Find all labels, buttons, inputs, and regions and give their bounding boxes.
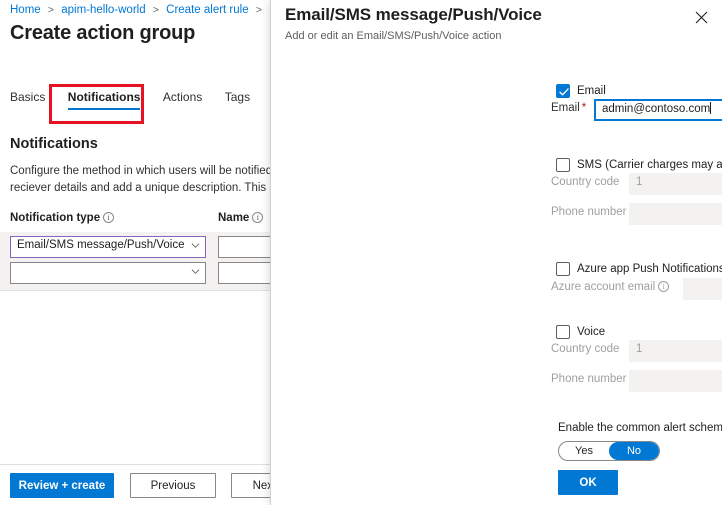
voice-country-code-label: Country code bbox=[551, 343, 619, 355]
notification-name-input-row-1[interactable] bbox=[218, 236, 275, 258]
sms-checkbox[interactable] bbox=[556, 158, 570, 172]
blade-footer: Review + create Previous Next: Ac bbox=[0, 464, 275, 505]
ok-button[interactable]: OK bbox=[558, 470, 618, 495]
voice-phone-number-input bbox=[629, 370, 722, 392]
toggle-option-no[interactable]: No bbox=[609, 442, 659, 460]
email-checkbox-label: Email bbox=[577, 85, 606, 97]
voice-checkbox[interactable] bbox=[556, 325, 570, 339]
section-description-line-1: Configure the method in which users will… bbox=[10, 163, 275, 180]
column-header-notification-type: Notification typei bbox=[10, 212, 114, 224]
sms-phone-number-label: Phone number bbox=[551, 206, 626, 218]
push-notifications-checkbox-label: Azure app Push Notifications bbox=[577, 263, 722, 275]
info-icon[interactable]: i bbox=[103, 212, 114, 223]
common-alert-schema-row: Enable the common alert schema.Learn mor… bbox=[558, 422, 722, 434]
sms-checkbox-label: SMS (Carrier charges may apply) bbox=[577, 159, 722, 171]
wizard-tabs: Basics Notifications Actions Tags Revie bbox=[0, 88, 275, 118]
breadcrumb-item-create-alert-rule[interactable]: Create alert rule bbox=[166, 4, 248, 16]
azure-account-email-input bbox=[683, 278, 722, 300]
tab-notifications[interactable]: Notifications bbox=[68, 88, 141, 110]
common-alert-schema-toggle[interactable]: Yes No bbox=[558, 441, 660, 461]
email-sms-push-voice-pane: Email/SMS message/Push/Voice Add or edit… bbox=[270, 0, 722, 505]
info-icon[interactable]: i bbox=[252, 212, 263, 223]
notification-type-select-row-1[interactable]: Email/SMS message/Push/Voice bbox=[10, 236, 206, 258]
close-icon[interactable] bbox=[690, 6, 712, 28]
breadcrumb-separator: > bbox=[153, 4, 159, 16]
column-header-name-label: Name bbox=[218, 212, 249, 224]
column-header-name: Namei bbox=[218, 212, 263, 224]
breadcrumb-item-home[interactable]: Home bbox=[10, 4, 41, 16]
section-description: Configure the method in which users will… bbox=[10, 163, 275, 197]
close-icon-glyph bbox=[695, 11, 708, 24]
breadcrumb-item-resource[interactable]: apim-hello-world bbox=[61, 4, 145, 16]
chevron-down-icon bbox=[191, 267, 200, 276]
breadcrumb-separator: > bbox=[256, 4, 262, 16]
pane-title: Email/SMS message/Push/Voice bbox=[285, 5, 542, 25]
voice-phone-number-label: Phone number bbox=[551, 373, 626, 385]
next-button[interactable]: Next: Ac bbox=[231, 473, 275, 498]
tab-tags[interactable]: Tags bbox=[225, 88, 250, 110]
section-description-line-2: reciever details and add a unique descri… bbox=[10, 180, 275, 197]
voice-country-code-value: 1 bbox=[636, 343, 642, 355]
tab-actions[interactable]: Actions bbox=[163, 88, 202, 110]
tab-basics[interactable]: Basics bbox=[10, 88, 45, 110]
push-notifications-checkbox[interactable] bbox=[556, 262, 570, 276]
grid-divider bbox=[0, 290, 275, 291]
toggle-option-yes[interactable]: Yes bbox=[559, 442, 609, 460]
text-caret bbox=[710, 102, 711, 114]
required-marker: * bbox=[582, 102, 586, 114]
previous-button[interactable]: Previous bbox=[130, 473, 216, 498]
notification-type-select-row-1-value: Email/SMS message/Push/Voice bbox=[17, 239, 184, 251]
sms-country-code-label: Country code bbox=[551, 176, 619, 188]
page-title: Create action group bbox=[10, 22, 195, 45]
sms-country-code-value: 1 bbox=[636, 176, 642, 188]
screenshot-root: Home > apim-hello-world > Create alert r… bbox=[0, 0, 722, 505]
column-header-notification-type-label: Notification type bbox=[10, 212, 100, 224]
create-action-group-blade: Home > apim-hello-world > Create alert r… bbox=[0, 0, 275, 505]
email-input[interactable]: admin@contoso.com bbox=[594, 99, 722, 121]
azure-account-email-label-text: Azure account email bbox=[551, 281, 655, 293]
sms-phone-number-input bbox=[629, 203, 722, 225]
email-checkbox[interactable] bbox=[556, 84, 570, 98]
pane-subtitle: Add or edit an Email/SMS/Push/Voice acti… bbox=[285, 30, 501, 42]
email-input-value: admin@contoso.com bbox=[602, 103, 710, 115]
review-create-button[interactable]: Review + create bbox=[10, 473, 114, 498]
email-field-label: Email* bbox=[551, 102, 586, 114]
notification-name-input-row-2[interactable] bbox=[218, 262, 275, 284]
checkmark-icon bbox=[558, 86, 570, 98]
common-alert-schema-label: Enable the common alert schema. bbox=[558, 422, 722, 434]
notification-type-select-row-2[interactable] bbox=[10, 262, 206, 284]
section-title: Notifications bbox=[10, 136, 98, 152]
breadcrumb-separator: > bbox=[48, 4, 54, 16]
voice-country-code-select: 1 bbox=[629, 340, 722, 362]
azure-account-email-label: Azure account emaili bbox=[551, 281, 669, 293]
sms-country-code-select: 1 bbox=[629, 173, 722, 195]
email-field-label-text: Email bbox=[551, 102, 580, 114]
info-icon[interactable]: i bbox=[658, 281, 669, 292]
voice-checkbox-label: Voice bbox=[577, 326, 605, 338]
chevron-down-icon bbox=[191, 241, 200, 250]
breadcrumb: Home > apim-hello-world > Create alert r… bbox=[10, 4, 275, 16]
